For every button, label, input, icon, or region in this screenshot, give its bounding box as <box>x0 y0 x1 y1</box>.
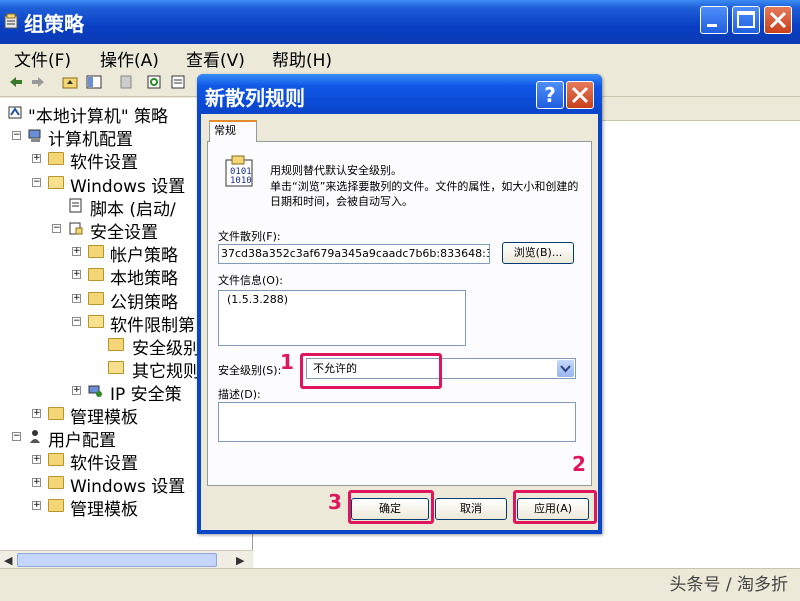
collapse-icon[interactable]: − <box>72 317 81 326</box>
collapse-icon[interactable]: − <box>12 432 21 441</box>
window-title-bar[interactable]: 组策略 <box>0 0 800 44</box>
maximize-button[interactable] <box>732 6 760 34</box>
question-icon: ? <box>544 83 556 107</box>
export-list-icon[interactable] <box>170 74 186 90</box>
collapse-icon[interactable]: − <box>32 178 41 187</box>
window-title: 组策略 <box>24 12 84 36</box>
security-level-label: 安全级别(S): <box>218 364 282 377</box>
description-line-2: 单击“浏览”来选择要散列的文件。文件的属性，如大小和创建的日期和时间，会被自动写… <box>270 180 579 208</box>
new-hash-rule-dialog: 新散列规则 ? 常规 0101 1010 用规则替代默认安全级别。 单击“浏览”… <box>197 74 602 534</box>
forward-icon[interactable] <box>30 74 46 90</box>
close-button[interactable] <box>764 6 792 34</box>
close-icon <box>571 86 589 104</box>
expand-icon[interactable]: + <box>72 294 81 303</box>
folder-icon <box>88 292 104 305</box>
folder-icon <box>48 499 64 512</box>
tab-general[interactable]: 常规 <box>209 120 257 142</box>
folder-open-icon <box>108 361 124 374</box>
tab-panel-general: 0101 1010 用规则替代默认安全级别。 单击“浏览”来选择要散列的文件。文… <box>207 141 592 486</box>
scroll-right-icon[interactable]: ▶ <box>236 554 244 567</box>
security-icon <box>69 222 83 235</box>
maximize-icon <box>737 11 755 28</box>
menu-file[interactable]: 文件(F) <box>14 46 71 71</box>
folder-lock-icon <box>88 268 104 281</box>
expand-icon[interactable]: + <box>72 247 81 256</box>
help-button[interactable]: ? <box>536 81 564 109</box>
script-icon <box>69 198 82 213</box>
description-field[interactable] <box>218 402 576 442</box>
folder-icon <box>48 476 64 489</box>
expand-icon[interactable]: + <box>72 386 81 395</box>
expand-icon[interactable]: + <box>72 270 81 279</box>
folder-open-icon <box>88 315 104 328</box>
menu-view[interactable]: 查看(V) <box>186 46 245 71</box>
dialog-title: 新散列规则 <box>205 86 305 110</box>
minimize-icon <box>707 24 717 27</box>
file-info-label: 文件信息(O): <box>218 274 283 287</box>
dialog-body: 常规 0101 1010 用规则替代默认安全级别。 单击“浏览”来选择要散列的文… <box>201 114 598 530</box>
delete-icon[interactable] <box>118 74 134 90</box>
folder-icon <box>48 407 64 420</box>
details-column-header[interactable] <box>600 98 800 121</box>
collapse-icon[interactable]: − <box>12 131 21 140</box>
ip-security-icon <box>88 385 102 397</box>
minimize-button[interactable] <box>700 6 728 34</box>
cancel-button[interactable]: 取消 <box>435 498 507 520</box>
description-label: 描述(D): <box>218 388 261 401</box>
collapse-icon[interactable]: − <box>52 224 61 233</box>
scroll-left-icon[interactable]: ◀ <box>4 554 12 567</box>
step-1-label: 1 <box>280 350 294 374</box>
file-hash-field[interactable]: 37cd38a352c3af679a345a9caadc7b6b:833648:… <box>218 244 490 264</box>
expand-icon[interactable]: + <box>32 501 41 510</box>
folder-icon <box>48 453 64 466</box>
browse-button[interactable]: 浏览(B)... <box>502 242 574 264</box>
folder-open-icon <box>48 176 64 189</box>
highlight-ok-button <box>348 490 434 524</box>
file-info-field[interactable]: (1.5.3.288) <box>218 290 466 346</box>
group-policy-app-icon <box>4 13 18 29</box>
folder-lock-icon <box>88 245 104 258</box>
highlight-security-level <box>300 353 442 389</box>
menu-help[interactable]: 帮助(H) <box>272 46 332 71</box>
step-3-label: 3 <box>328 490 342 514</box>
close-icon <box>769 11 787 29</box>
expand-icon[interactable]: + <box>32 409 41 418</box>
expand-icon[interactable]: + <box>32 478 41 487</box>
description-line-1: 用规则替代默认安全级别。 <box>270 164 402 177</box>
refresh-icon[interactable] <box>146 74 162 90</box>
menu-action[interactable]: 操作(A) <box>100 46 159 71</box>
show-hide-tree-icon[interactable] <box>86 74 102 90</box>
file-hash-label: 文件散列(F): <box>218 230 281 243</box>
step-2-label: 2 <box>572 452 586 476</box>
menu-bar: 文件(F) 操作(A) 查看(V) 帮助(H) <box>0 44 800 71</box>
scrollbar-thumb[interactable] <box>17 553 217 567</box>
tree-horizontal-scrollbar[interactable]: ◀ ▶ <box>0 550 252 569</box>
policy-icon <box>8 106 22 119</box>
expand-icon[interactable]: + <box>32 154 41 163</box>
highlight-apply-button <box>513 490 597 524</box>
dialog-close-button[interactable] <box>566 81 594 109</box>
expand-icon[interactable]: + <box>32 455 41 464</box>
dialog-title-bar[interactable]: 新散列规则 ? <box>197 74 602 114</box>
computer-icon <box>28 129 41 142</box>
svg-text:1010: 1010 <box>230 176 252 186</box>
dropdown-arrow-icon[interactable] <box>557 360 574 377</box>
folder-icon <box>48 152 64 165</box>
binary-file-icon: 0101 1010 <box>225 155 253 187</box>
watermark: 头条号 / 淘多折 <box>669 575 788 595</box>
back-icon[interactable] <box>8 74 24 90</box>
up-folder-icon[interactable] <box>62 74 78 90</box>
user-icon <box>30 430 40 443</box>
folder-icon <box>108 338 124 351</box>
